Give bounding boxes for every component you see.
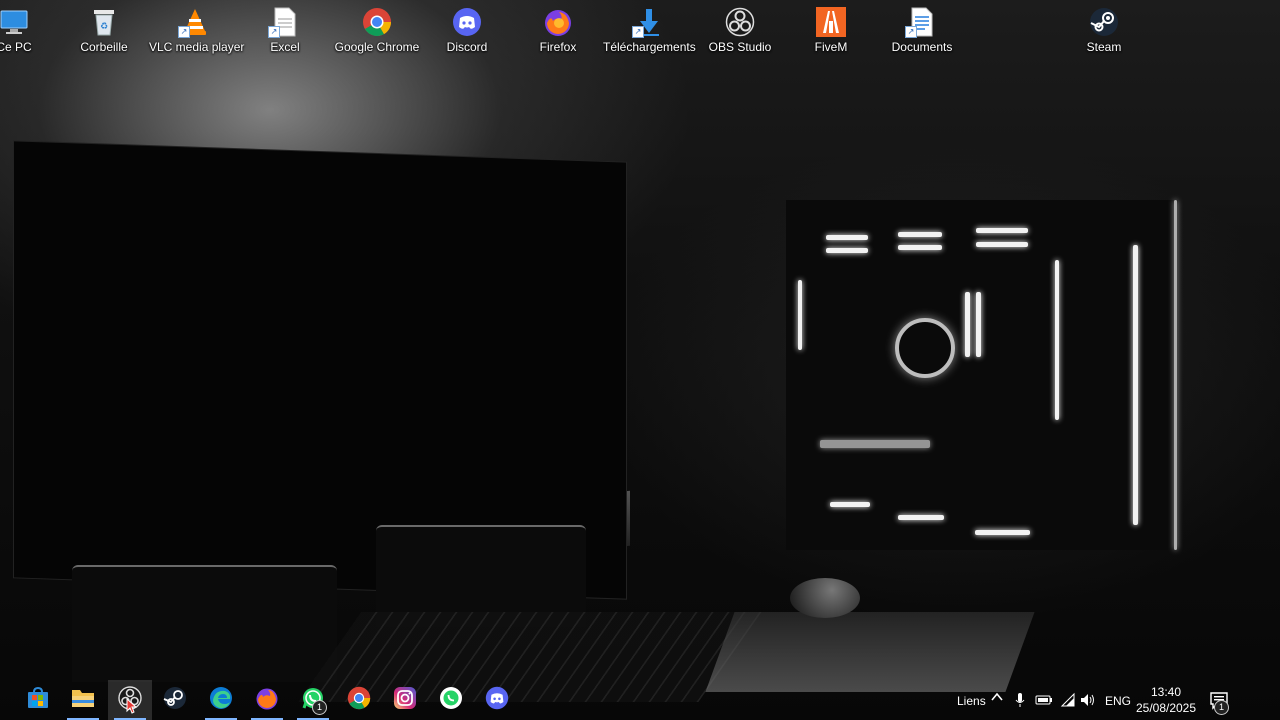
taskbar-instagram[interactable] [383,680,427,720]
desktop-icon-documents[interactable]: ↗ Documents [876,0,968,62]
discord-icon [485,686,509,715]
wallpaper-speaker-left [72,565,337,682]
desktop-icon-discord[interactable]: Discord [421,0,513,62]
desktop-icon-excel[interactable]: ↗ Excel [239,0,331,62]
desktop-icon-label: Steam [1086,40,1122,54]
taskbar-microsoft-store[interactable] [16,680,60,720]
desktop-icon-label: Discord [446,40,488,54]
taskbar-whatsapp-web[interactable] [429,680,473,720]
taskbar-obs-studio[interactable] [108,680,152,720]
desktop-icon-corbeille[interactable]: ♻ Corbeille [58,0,150,62]
desktop-icon-label: Firefox [539,40,577,54]
desktop-icon-label: FiveM [814,40,848,54]
desktop-icon-fivem[interactable]: FiveM [785,0,877,62]
edge-icon [209,686,233,715]
wallpaper-led [830,502,870,507]
desktop-icon-google-chrome[interactable]: Google Chrome [331,0,423,62]
wallpaper-led [1174,200,1177,550]
firefox-icon [255,686,279,715]
wallpaper-led [826,248,868,253]
desktop-icon-steam[interactable]: Steam [1058,0,1150,62]
obs-icon [725,6,755,38]
vlc-icon: ↗ [178,6,210,38]
taskbar-firefox[interactable] [245,680,289,720]
wallpaper-led [975,530,1030,535]
taskbar-chrome[interactable] [337,680,381,720]
excel-file-icon: ↗ [268,6,300,38]
wallpaper-led [820,440,930,448]
taskbar-whatsapp[interactable]: 1 [291,680,335,720]
links-toolbar[interactable]: Liens [957,694,986,708]
battery-icon[interactable] [1035,693,1053,710]
desktop-icon-ce-pc[interactable]: Ce PC [0,0,60,62]
shortcut-arrow-icon: ↗ [905,26,917,38]
shortcut-arrow-icon: ↗ [178,26,190,38]
desktop-icon-label: Excel [270,40,300,54]
svg-text:♻: ♻ [100,22,108,32]
microphone-icon[interactable] [1014,692,1026,711]
desktop-icon-label: Téléchargements [603,40,696,54]
network-wifi-icon[interactable] [1060,692,1076,711]
steam-icon [163,686,187,715]
whatsapp-icon [439,686,463,715]
store-icon [26,686,50,715]
shortcut-arrow-icon: ↗ [632,26,644,38]
wallpaper-fan [895,318,955,378]
wallpaper-led [1055,260,1059,420]
computer-icon [0,6,29,38]
taskbar-steam[interactable] [153,680,197,720]
shortcut-arrow-icon: ↗ [268,26,280,38]
wallpaper-led [976,292,981,357]
firefox-icon [543,6,573,38]
desktop-icon-label: Google Chrome [334,40,420,54]
desktop-icon-firefox[interactable]: Firefox [512,0,604,62]
wallpaper-led [898,232,942,237]
fivem-icon [816,6,846,38]
wallpaper-led [976,242,1028,247]
clock-date: 25/08/2025 [1135,701,1197,715]
downloads-icon: ↗ [632,6,664,38]
desktop-icon-vlc[interactable]: ↗ VLC media player [149,0,245,62]
chrome-icon [347,686,371,715]
taskbar: 1 Liens ENG 13:40 25/08/2025 1 [0,680,1280,720]
wallpaper-mouse [790,578,860,618]
clock-time: 13:40 [1150,685,1182,699]
notification-badge: 1 [312,700,327,715]
taskbar-edge[interactable] [199,680,243,720]
chrome-icon [362,6,392,38]
desktop-icon-telechargements[interactable]: ↗ Téléchargements [603,0,696,62]
volume-icon[interactable] [1080,692,1096,711]
wallpaper-led [826,235,868,240]
desktop-icon-label: Ce PC [0,40,32,54]
steam-icon [1089,6,1119,38]
wallpaper-led [898,245,942,250]
wallpaper-led [1133,245,1138,525]
taskbar-file-explorer[interactable] [61,680,105,720]
show-hidden-icons-chevron-icon[interactable] [990,690,1004,707]
mouse-cursor-icon [126,697,138,719]
instagram-icon [393,686,417,715]
desktop-icon-label: OBS Studio [708,40,772,54]
desktop-icon-obs-studio[interactable]: OBS Studio [694,0,786,62]
taskbar-discord[interactable] [475,680,519,720]
recycle-bin-icon: ♻ [89,6,119,38]
documents-icon: ↗ [905,6,937,38]
wallpaper-led [898,515,944,520]
discord-icon [452,6,482,38]
wallpaper-led [965,292,970,357]
system-clock[interactable]: 13:40 25/08/2025 [1126,684,1206,716]
desktop-icon-label: VLC media player [149,40,245,54]
wallpaper-led [798,280,802,350]
desktop-icon-label: Corbeille [80,40,128,54]
folder-icon [71,687,95,714]
desktop-wallpaper [0,0,1280,720]
desktop-icon-label: Documents [891,40,953,54]
notification-count-badge: 1 [1214,700,1229,715]
wallpaper-led [976,228,1028,233]
